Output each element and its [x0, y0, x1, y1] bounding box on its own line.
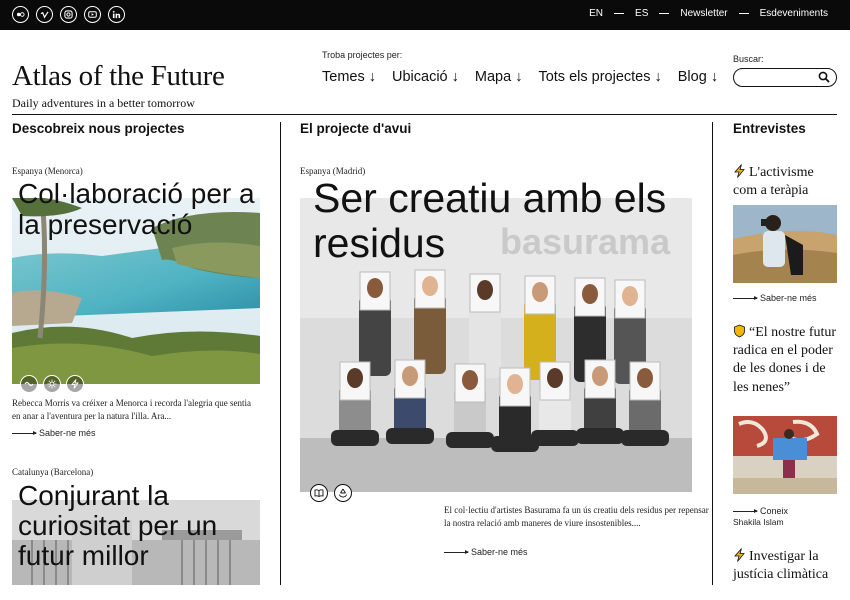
discover-title: Descobreix nous projectes	[12, 121, 185, 136]
project-excerpt: El col·lectiu d'artistes Basurama fa un …	[444, 505, 709, 529]
project-title[interactable]: Col·laboració per a la preservació	[18, 178, 263, 241]
interview-title[interactable]: L'activisme com a teràpia	[733, 164, 833, 200]
search-box	[733, 68, 837, 87]
lang-es-link[interactable]: ES	[635, 8, 648, 19]
search-label: Buscar:	[733, 54, 764, 64]
site-logo[interactable]: Atlas of the Future	[12, 60, 225, 93]
linkedin-icon[interactable]	[108, 6, 125, 23]
nav-location[interactable]: Ubicació ↓	[392, 69, 459, 85]
portrait-face	[592, 366, 608, 386]
portrait-face	[582, 284, 598, 304]
arrow-right-icon	[444, 549, 469, 554]
portrait-face	[422, 276, 438, 296]
interview-caption: Coneix Shakila Islam	[733, 505, 788, 529]
person-legs	[531, 430, 579, 446]
top-links: EN ES Newsletter Esdeveniments	[589, 8, 828, 19]
project-location: Espanya (Menorca)	[12, 166, 83, 176]
shield-icon	[734, 324, 745, 338]
person-legs	[331, 430, 379, 446]
site-tagline: Daily adventures in a better tomorrow	[12, 96, 195, 110]
nav-label: Troba projectes per:	[322, 50, 403, 60]
newsletter-link[interactable]: Newsletter	[680, 8, 727, 19]
interviews-title: Entrevistes	[733, 121, 806, 136]
lang-en-link[interactable]: EN	[589, 8, 603, 19]
project-location: Catalunya (Barcelona)	[12, 467, 94, 477]
nav-topics[interactable]: Temes ↓	[322, 69, 376, 85]
portrait-face	[507, 374, 523, 394]
sun-icon	[43, 375, 61, 393]
portrait-face	[477, 280, 493, 300]
interview-photo-activism[interactable]	[733, 205, 837, 283]
water-icon	[20, 375, 38, 393]
events-link[interactable]: Esdeveniments	[760, 8, 828, 19]
social-links	[12, 6, 125, 23]
read-more-link[interactable]: Saber-ne més	[12, 428, 96, 438]
person-legs	[446, 432, 494, 448]
lightning-icon	[66, 375, 84, 393]
today-title: El projecte d'avui	[300, 121, 412, 136]
person-legs	[576, 428, 624, 444]
portrait-face	[402, 366, 418, 386]
portrait-face	[637, 368, 653, 388]
interview-title[interactable]: “El nostre futur radica en el poder de l…	[733, 324, 837, 397]
project-title[interactable]: Conjurant la curiositat per un futur mil…	[18, 480, 263, 572]
lightning-icon	[734, 164, 745, 178]
search-input[interactable]	[740, 71, 816, 84]
interview-photo-women[interactable]	[733, 416, 837, 494]
portrait-face	[547, 368, 563, 388]
project-excerpt: Rebecca Morris va créixer a Menorca i re…	[12, 398, 251, 422]
header-divider	[12, 114, 837, 115]
project-title[interactable]: Ser creatiu amb els residus	[313, 175, 703, 266]
search-icon[interactable]	[818, 71, 830, 83]
arrow-right-icon	[733, 508, 758, 513]
lightning-icon	[734, 548, 745, 562]
nav-map[interactable]: Mapa ↓	[475, 69, 523, 85]
instagram-icon[interactable]	[60, 6, 77, 23]
read-more-link[interactable]: Saber-ne més	[733, 293, 817, 303]
divider	[614, 13, 625, 14]
divider	[738, 13, 749, 14]
arrow-right-icon	[733, 295, 758, 300]
top-bar: EN ES Newsletter Esdeveniments	[0, 0, 850, 30]
portrait-face	[622, 286, 638, 306]
read-more-link[interactable]: Saber-ne més	[444, 547, 528, 557]
interview-person: Shakila Islam	[733, 517, 784, 528]
main-nav: Temes ↓ Ubicació ↓ Mapa ↓ Tots els proje…	[322, 69, 718, 85]
portrait-face	[347, 368, 363, 388]
nav-blog[interactable]: Blog ↓	[678, 69, 718, 85]
arrow-link[interactable]: Coneix	[733, 505, 788, 517]
book-icon	[310, 484, 328, 502]
portrait-face	[462, 370, 478, 390]
column-divider	[280, 122, 281, 585]
arrow-right-icon	[12, 430, 37, 435]
interview-title[interactable]: Investigar la justícia climàtica	[733, 548, 837, 584]
vimeo-icon[interactable]	[36, 6, 53, 23]
divider	[659, 13, 670, 14]
flickr-icon[interactable]	[12, 6, 29, 23]
portrait-face	[532, 282, 548, 302]
portrait-face	[367, 278, 383, 298]
person-legs	[386, 428, 434, 444]
youtube-icon[interactable]	[84, 6, 101, 23]
nav-all-projects[interactable]: Tots els projectes ↓	[538, 69, 661, 85]
recycle-icon	[334, 484, 352, 502]
person-legs	[621, 430, 669, 446]
